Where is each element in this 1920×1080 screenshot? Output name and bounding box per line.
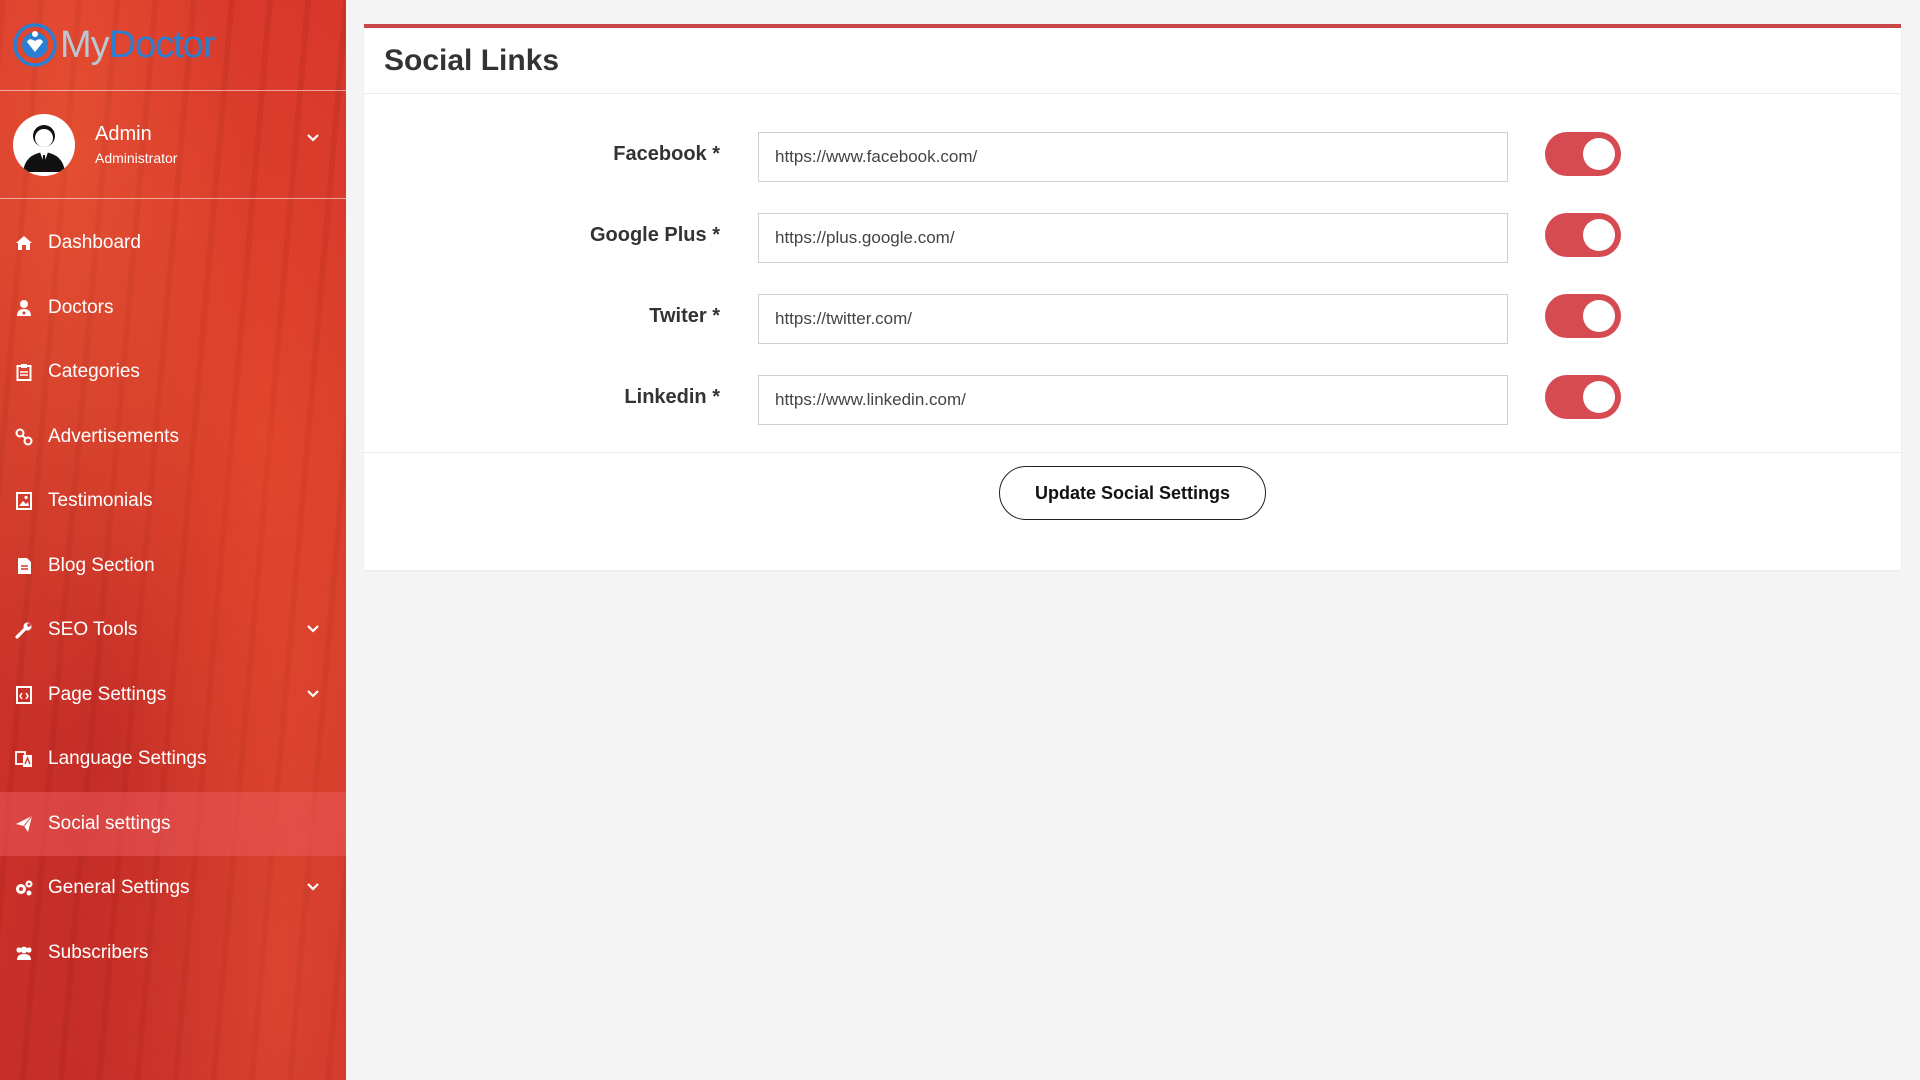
user-role: Administrator — [95, 150, 178, 166]
sidebar-item-advertisements[interactable]: Advertisements — [0, 405, 346, 470]
chevron-down-icon[interactable] — [306, 133, 320, 143]
toggle-knob — [1583, 300, 1615, 332]
clipboard-icon — [14, 362, 34, 382]
cogs-icon — [14, 878, 34, 898]
wrench-icon — [14, 620, 34, 640]
twitter-url-input[interactable] — [758, 294, 1508, 344]
sidebar-item-label: Page Settings — [48, 683, 167, 705]
linkedin-label: Linkedin * — [624, 385, 720, 408]
sidebar: MyDoctor Admin Administrator Dashboard D — [0, 0, 346, 1080]
sidebar-item-label: Categories — [48, 361, 140, 383]
home-icon — [14, 233, 34, 253]
avatar — [13, 113, 75, 176]
paper-plane-icon — [14, 814, 34, 834]
sidebar-item-label: Testimonials — [48, 490, 153, 512]
toggle-knob — [1583, 138, 1615, 170]
twitter-toggle[interactable] — [1545, 294, 1621, 338]
form-row-google-plus: Google Plus * — [364, 213, 1901, 263]
brand[interactable]: MyDoctor — [0, 0, 346, 91]
sidebar-item-label: Doctors — [48, 296, 114, 318]
toggle-knob — [1583, 381, 1615, 413]
page-title: Social Links — [384, 43, 560, 77]
sidebar-item-subscribers[interactable]: Subscribers — [0, 921, 346, 986]
doctor-icon — [14, 298, 34, 318]
logo-icon — [13, 23, 57, 67]
sidebar-menu: Dashboard Doctors Categories Advertiseme… — [0, 211, 346, 985]
sidebar-item-label: Blog Section — [48, 554, 155, 576]
sidebar-item-language-settings[interactable]: Language Settings — [0, 727, 346, 792]
form-row-facebook: Facebook * — [364, 132, 1901, 182]
user-avatar-icon — [23, 124, 65, 172]
user-name: Admin — [95, 123, 152, 145]
sidebar-item-label: General Settings — [48, 877, 190, 899]
sidebar-item-seo-tools[interactable]: SEO Tools — [0, 598, 346, 663]
social-links-form: Facebook * Google Plus * Twiter * Linked… — [364, 94, 1901, 453]
facebook-url-input[interactable] — [758, 132, 1508, 182]
facebook-toggle[interactable] — [1545, 132, 1621, 176]
sidebar-item-social-settings[interactable]: Social settings — [0, 791, 346, 856]
linkedin-url-input[interactable] — [758, 375, 1508, 425]
sidebar-item-label: Dashboard — [48, 232, 141, 254]
sidebar-item-label: Social settings — [48, 812, 171, 834]
chevron-down-icon — [307, 883, 319, 891]
sidebar-item-general-settings[interactable]: General Settings — [0, 856, 346, 921]
code-file-icon — [14, 685, 34, 705]
sidebar-item-label: Subscribers — [48, 941, 149, 963]
google-plus-toggle[interactable] — [1545, 213, 1621, 257]
image-icon — [14, 491, 34, 511]
sidebar-item-doctors[interactable]: Doctors — [0, 276, 346, 341]
sidebar-item-label: Advertisements — [48, 425, 179, 447]
google-plus-label: Google Plus * — [589, 223, 720, 246]
sidebar-item-dashboard[interactable]: Dashboard — [0, 211, 346, 276]
facebook-label: Facebook * — [613, 142, 720, 165]
sidebar-item-label: Language Settings — [48, 748, 207, 770]
update-social-settings-button[interactable]: Update Social Settings — [999, 466, 1266, 520]
sidebar-item-categories[interactable]: Categories — [0, 340, 346, 405]
user-panel[interactable]: Admin Administrator — [0, 91, 346, 199]
card-header: Social Links — [364, 28, 1901, 94]
sidebar-item-label: SEO Tools — [48, 619, 138, 641]
toggle-knob — [1583, 219, 1615, 251]
form-row-linkedin: Linkedin * — [364, 375, 1901, 425]
form-row-twitter: Twiter * — [364, 294, 1901, 344]
google-plus-url-input[interactable] — [758, 213, 1508, 263]
form-actions: Update Social Settings — [364, 453, 1901, 520]
sidebar-item-blog-section[interactable]: Blog Section — [0, 534, 346, 599]
chevron-down-icon — [307, 625, 319, 633]
link-icon — [14, 427, 34, 447]
sidebar-item-testimonials[interactable]: Testimonials — [0, 469, 346, 534]
social-links-card: Social Links Facebook * Google Plus * Tw… — [364, 24, 1901, 570]
linkedin-toggle[interactable] — [1545, 375, 1621, 419]
brand-name: MyDoctor — [60, 23, 216, 66]
chevron-down-icon — [307, 689, 319, 698]
twitter-label: Twiter * — [649, 304, 720, 327]
document-icon — [14, 556, 34, 576]
users-icon — [14, 943, 34, 963]
language-icon — [14, 749, 34, 769]
sidebar-item-page-settings[interactable]: Page Settings — [0, 663, 346, 728]
